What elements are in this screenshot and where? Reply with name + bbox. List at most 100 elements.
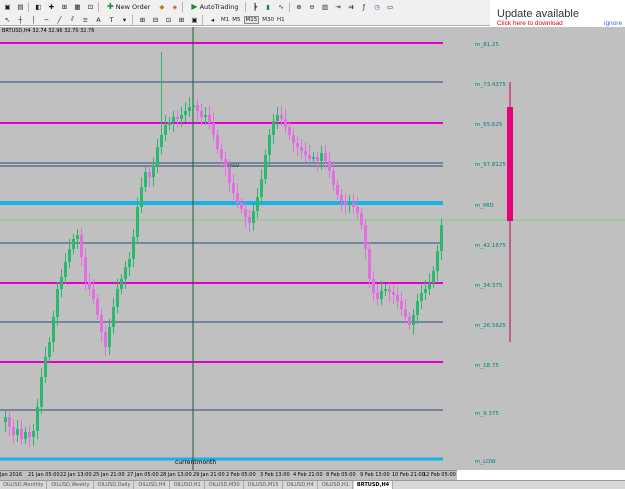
grid-icon[interactable]: ⊞	[176, 14, 187, 25]
market-watch-icon[interactable]: ◧	[33, 1, 44, 12]
periods-icon[interactable]: ◷	[372, 1, 383, 12]
tab-oilusd-h4-2[interactable]: OILUSD,H4	[283, 481, 318, 489]
candle-body	[428, 283, 431, 289]
toolbar-row-tools: ↖ ┼ │ ─ ╱ ⫽ ≡ A T ▾ ⊞ ⊟ ⊡ ⊞ ▣ ◂ M1 M5 M1…	[0, 13, 490, 26]
template-save-icon[interactable]: ▣	[189, 14, 200, 25]
candle-body	[276, 115, 279, 121]
update-title: Update available	[497, 8, 579, 20]
horizontal-line-icon[interactable]: ─	[41, 14, 52, 25]
current-month-label: currentmonth	[175, 459, 217, 466]
candle-body	[320, 153, 323, 161]
indicators-icon[interactable]: ƒ	[359, 1, 370, 12]
tile-windows-icon[interactable]: ▥	[320, 1, 331, 12]
tab-oilusd-daily[interactable]: OILUSD,Daily	[94, 481, 135, 489]
label-tool-icon[interactable]: T	[106, 14, 117, 25]
timeframe-m15[interactable]: M15	[243, 15, 260, 24]
candle-body	[84, 257, 87, 282]
bar-chart-icon[interactable]: ┣	[250, 1, 261, 12]
trendline-icon[interactable]: ╱	[54, 14, 65, 25]
tester-icon[interactable]: ⊡	[85, 1, 96, 12]
toolbar-separator	[244, 1, 246, 12]
cursor-icon[interactable]: ↖	[2, 14, 13, 25]
vertical-line-icon[interactable]: │	[28, 14, 39, 25]
timeframe-m30[interactable]: M30	[262, 17, 274, 23]
candle-body	[328, 161, 331, 171]
level-label-18-75: m_18.75	[475, 363, 499, 369]
indicator-bar	[507, 107, 513, 221]
line-chart-icon[interactable]: ∿	[276, 1, 287, 12]
time-tick: 22 Jan 13:00	[60, 472, 92, 478]
new-chart-icon[interactable]: ▣	[2, 1, 13, 12]
timeframe-m5[interactable]: M5	[232, 17, 240, 23]
auto-scroll-icon[interactable]: ⇉	[346, 1, 357, 12]
candle-body	[48, 342, 51, 357]
candle-body	[188, 107, 191, 111]
candle-body	[12, 427, 15, 435]
tab-oilusd-h1-2[interactable]: OILUSD,H1	[318, 481, 353, 489]
candle-body	[208, 115, 211, 123]
zoom-fit-icon[interactable]: ⊡	[163, 14, 174, 25]
templates-icon[interactable]: ▭	[385, 1, 396, 12]
tab-oilusd-monthly[interactable]: OILUSD,Monthly	[0, 481, 48, 489]
candle-body	[264, 155, 267, 179]
update-download-link[interactable]: Click here to download	[497, 20, 563, 27]
period-arrow-icon[interactable]: ◂	[207, 14, 218, 25]
indicator-list-icon[interactable]: ⊟	[150, 14, 161, 25]
candle-body	[72, 239, 75, 249]
candle-body	[80, 235, 83, 257]
zoom-in-icon[interactable]: ⊕	[294, 1, 305, 12]
chart-area[interactable]: BRTUSD,H4 32.74 32.96 32.70 32.76 m_81.2…	[0, 27, 625, 470]
candle-body	[64, 262, 67, 277]
chart-props-icon[interactable]: ⊞	[137, 14, 148, 25]
time-axis: Jan 2016 21 Jan 05:00 22 Jan 13:00 25 Ja…	[0, 470, 457, 480]
tab-oilusd-h1[interactable]: OILUSD,H1	[170, 481, 205, 489]
level-label-42-1875: m_42.1875	[475, 243, 506, 249]
update-ignore-link[interactable]: ignore	[604, 20, 622, 27]
candle-body	[412, 315, 415, 325]
fibonacci-icon[interactable]: ≡	[80, 14, 91, 25]
autotrading-button[interactable]: ▶ AutoTrading	[187, 1, 242, 12]
candle-body	[288, 127, 291, 135]
profiles-icon[interactable]: ▤	[15, 1, 26, 12]
time-tick: 27 Jan 05:00	[127, 472, 159, 478]
candle-body	[104, 332, 107, 347]
new-order-button[interactable]: ✚ New Order	[103, 1, 154, 12]
candle-body	[308, 155, 311, 159]
tab-oilusd-m30[interactable]: OILUSD,M30	[205, 481, 244, 489]
candle-body	[384, 289, 387, 291]
crosshair-icon[interactable]: ┼	[15, 14, 26, 25]
toolbar-separator	[182, 1, 184, 12]
signals-icon[interactable]: ◈	[169, 1, 180, 12]
candle-body	[28, 432, 31, 437]
data-window-icon[interactable]: ✚	[46, 1, 57, 12]
tab-oilusd-m15[interactable]: OILUSD,M15	[244, 481, 283, 489]
candle-body	[332, 171, 335, 185]
timeframe-m1[interactable]: M1	[221, 17, 229, 23]
level-label-26-5625: m_26.5625	[475, 323, 506, 329]
candle-body	[296, 143, 299, 147]
time-tick: 2 Feb 05:00	[226, 472, 256, 478]
timeframe-h1[interactable]: H1	[277, 17, 285, 23]
navigator-icon[interactable]: ⊞	[59, 1, 70, 12]
candle-body	[76, 235, 79, 239]
terminal-icon[interactable]: ▦	[72, 1, 83, 12]
time-tick: 8 Feb 05:00	[326, 472, 356, 478]
metaeditor-icon[interactable]: ◆	[156, 1, 167, 12]
tab-brtusd-h4[interactable]: BRTUSD,H4	[353, 481, 394, 489]
candle-body	[168, 122, 171, 125]
tab-oilusd-h4[interactable]: OILUSD,H4	[135, 481, 170, 489]
toolbar-separator	[28, 1, 29, 12]
arrows-icon[interactable]: ▾	[119, 14, 130, 25]
candle-body	[228, 167, 231, 183]
channel-icon[interactable]: ⫽	[67, 14, 78, 25]
candlestick-icon[interactable]: ▮	[263, 1, 274, 12]
candle-body	[68, 249, 71, 262]
text-tool-icon[interactable]: A	[93, 14, 104, 25]
tab-oilusd-weekly[interactable]: OILUSD,Weekly	[48, 481, 94, 489]
chart-shift-icon[interactable]: ⇥	[333, 1, 344, 12]
candle-body	[148, 172, 151, 177]
new-order-label: New Order	[115, 2, 151, 11]
candle-body	[216, 135, 219, 149]
candle-body	[8, 417, 11, 427]
zoom-out-icon[interactable]: ⊖	[307, 1, 318, 12]
